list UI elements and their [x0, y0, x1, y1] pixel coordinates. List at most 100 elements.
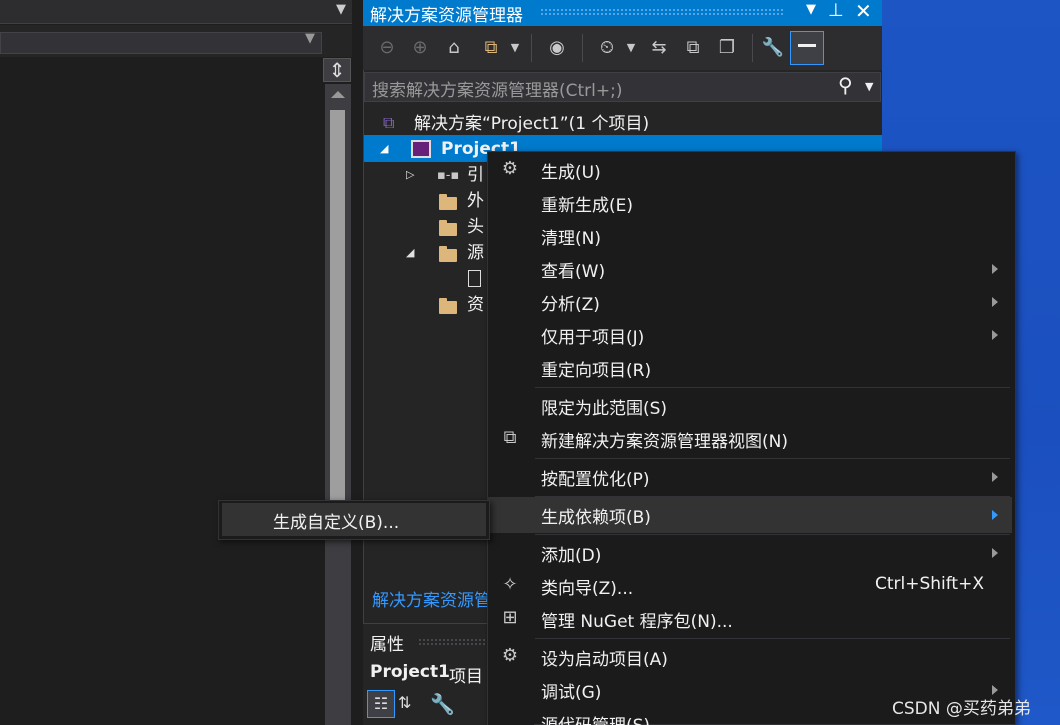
property-pages-icon[interactable]: 🔧 [430, 692, 455, 716]
editor-tab-bar: ▼ [0, 0, 352, 24]
preview-selected-button[interactable] [790, 31, 824, 65]
menu-label: 仅用于项目(J) [541, 328, 645, 348]
menu-item-new-explorer-view[interactable]: 新建解决方案资源管理器视图(N) [535, 423, 1012, 456]
menu-item-scope-to-this[interactable]: 限定为此范围(S) [535, 390, 1012, 423]
editor-area[interactable] [0, 0, 352, 725]
menu-item-pgo[interactable]: 按配置优化(P) [535, 461, 1012, 494]
menu-label: 分析(Z) [541, 295, 600, 315]
submenu-arrow-icon [992, 472, 998, 482]
menu-label: 生成(U) [541, 163, 601, 183]
solution-explorer-tab[interactable]: 解决方案资源管 [372, 586, 491, 611]
menu-separator [535, 458, 1010, 459]
menu-label: 重新生成(E) [541, 196, 634, 216]
search-icon[interactable]: ⚲ [838, 73, 853, 97]
dropdown-icon[interactable]: ▼ [624, 36, 638, 60]
submenu-arrow-icon [992, 510, 998, 520]
collapse-all-icon[interactable]: ⧉ [680, 36, 706, 60]
menu-item-build[interactable]: 生成(U) [535, 154, 1012, 187]
search-placeholder: 搜索解决方案资源管理器(Ctrl+;) [372, 81, 623, 101]
split-handle-icon[interactable]: ⇕ [323, 58, 351, 82]
pending-changes-icon[interactable]: ⏲ [594, 36, 620, 60]
project-icon [411, 140, 431, 158]
submenu-arrow-icon [992, 297, 998, 307]
toolbar-separator [531, 34, 532, 62]
sync-icon[interactable]: ⇆ [646, 36, 672, 60]
forward-icon[interactable]: ⊕ [409, 36, 431, 60]
toolbar-separator [582, 34, 583, 62]
nuget-package-icon: ⊞ [502, 607, 518, 628]
menu-separator [535, 638, 1010, 639]
menu-label: 调试(G) [541, 683, 602, 703]
menu-separator [535, 534, 1010, 535]
menu-item-class-wizard[interactable]: 类向导(Z)... Ctrl+Shift+X [535, 570, 1012, 603]
tree-item[interactable]: 外 [467, 188, 484, 214]
menu-label: 添加(D) [541, 546, 602, 566]
menu-item-project-only[interactable]: 仅用于项目(J) [535, 319, 1012, 352]
scrollbar-thumb[interactable] [330, 110, 345, 500]
menu-label: 新建解决方案资源管理器视图(N) [541, 432, 788, 452]
submenu-arrow-icon [992, 548, 998, 558]
properties-title: 属性 [370, 635, 404, 655]
show-all-files-icon[interactable]: ❐ [714, 36, 740, 60]
menu-label: 限定为此范围(S) [541, 399, 668, 419]
menu-item-retarget[interactable]: 重定向项目(R) [535, 352, 1012, 385]
switch-views-icon[interactable]: ⧉ [478, 36, 504, 60]
menu-item-set-startup[interactable]: 设为启动项目(A) [535, 641, 1012, 674]
menu-label: 生成依赖项(B) [541, 508, 651, 528]
chevron-down-icon[interactable]: ▼ [305, 31, 315, 46]
menu-item-view[interactable]: 查看(W) [535, 253, 1012, 286]
tree-item[interactable]: 引 [467, 162, 484, 188]
build-icon: ⚙ [501, 158, 519, 179]
search-options-icon[interactable]: ▼ [865, 80, 873, 93]
pin-icon[interactable]: ⊥ [828, 0, 844, 21]
file-icon [468, 270, 481, 287]
menu-separator [535, 387, 1010, 388]
class-wizard-icon: ✧ [502, 574, 518, 595]
toolbar-separator [752, 34, 753, 62]
menu-label: 设为启动项目(A) [541, 650, 668, 670]
expand-icon[interactable]: ◢ [380, 142, 388, 155]
properties-wrench-icon[interactable]: 🔧 [760, 36, 786, 60]
menu-item-clean[interactable]: 清理(N) [535, 220, 1012, 253]
menu-item-add[interactable]: 添加(D) [535, 537, 1012, 570]
menu-item-rebuild[interactable]: 重新生成(E) [535, 187, 1012, 220]
gear-icon: ⚙ [501, 645, 519, 666]
tree-item[interactable]: 资 [467, 292, 484, 318]
close-icon[interactable]: ✕ [855, 0, 872, 23]
globe-icon[interactable]: ◉ [544, 36, 570, 60]
submenu-arrow-icon [992, 330, 998, 340]
menu-item-analyze[interactable]: 分析(Z) [535, 286, 1012, 319]
scroll-up-icon[interactable] [331, 91, 345, 98]
folder-icon [439, 220, 457, 236]
menu-item-build-dependencies[interactable]: 生成依赖项(B) [535, 499, 1012, 532]
back-icon[interactable]: ⊖ [376, 36, 398, 60]
tree-solution[interactable]: 解决方案“Project1”(1 个项目) [414, 111, 649, 137]
tree-item[interactable]: 源 [467, 240, 484, 266]
dropdown-icon[interactable]: ▼ [508, 36, 522, 60]
preview-selected-icon [798, 44, 816, 47]
folder-icon [439, 298, 457, 314]
menu-item-manage-nuget[interactable]: 管理 NuGet 程序包(N)... [535, 603, 1012, 636]
menu-separator [535, 496, 1010, 497]
window-menu-icon[interactable]: ▼ [806, 2, 816, 17]
folder-open-icon [439, 246, 457, 262]
submenu-label: 生成自定义(B)... [273, 513, 400, 533]
menu-label: 管理 NuGet 程序包(N)... [541, 612, 733, 632]
expand-icon[interactable]: ◢ [406, 246, 414, 259]
navigation-combo[interactable]: ▼ [0, 31, 322, 54]
categorized-icon[interactable]: ☷ [367, 690, 395, 718]
drag-grip[interactable] [540, 8, 785, 16]
drag-grip[interactable] [418, 638, 488, 646]
chevron-down-icon[interactable]: ▼ [336, 2, 346, 17]
home-icon[interactable]: ⌂ [442, 36, 466, 60]
tree-item[interactable]: 头 [467, 214, 484, 240]
watermark: CSDN @买药弟弟 [892, 699, 1031, 719]
alphabetical-icon[interactable]: ⇅ [398, 693, 411, 712]
collapse-icon[interactable]: ▷ [406, 168, 414, 181]
properties-object-name: Project1 [370, 662, 450, 682]
solution-icon: ⧉ [383, 113, 395, 132]
menu-shortcut: Ctrl+Shift+X [874, 574, 984, 594]
menu-label: 查看(W) [541, 262, 606, 282]
menu-label: 重定向项目(R) [541, 361, 652, 381]
external-deps-icon [439, 194, 457, 210]
